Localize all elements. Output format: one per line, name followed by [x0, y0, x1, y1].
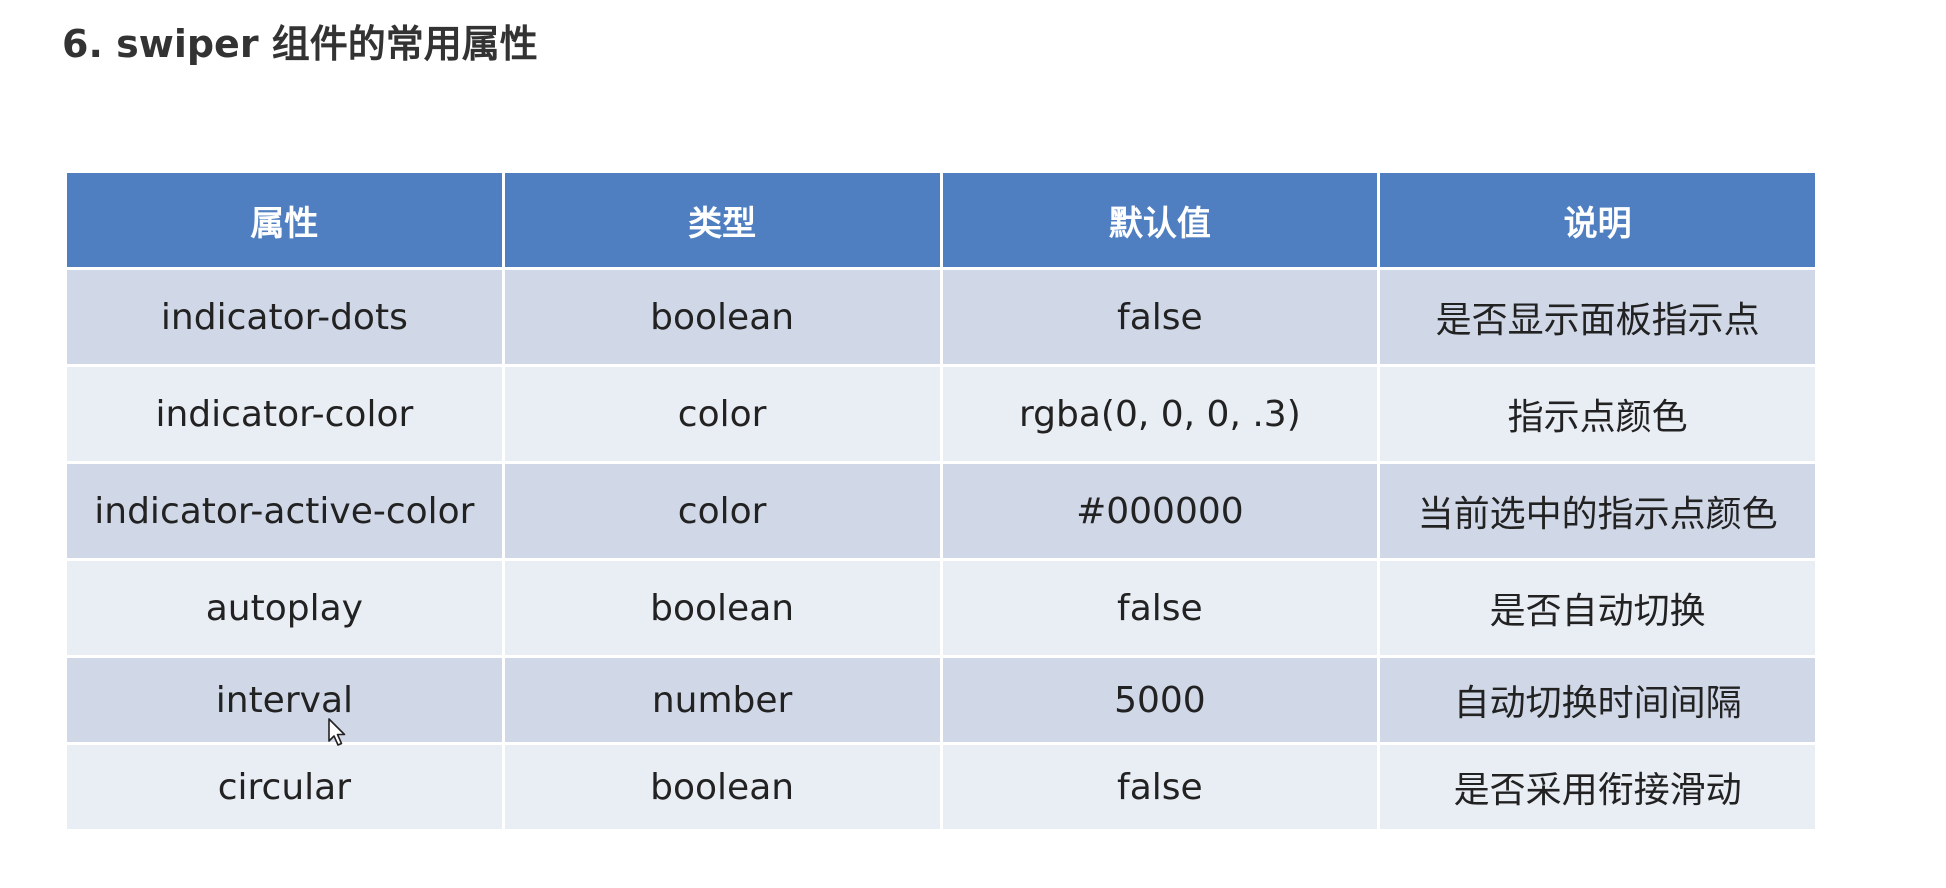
cell-attribute: interval [64, 655, 505, 745]
cell-attribute: indicator-dots [64, 267, 505, 367]
cell-attribute: indicator-color [64, 364, 505, 464]
cell-default: #000000 [939, 461, 1381, 561]
cell-attribute: autoplay [64, 558, 505, 658]
cell-description: 是否显示面板指示点 [1377, 267, 1818, 367]
column-header-default: 默认值 [939, 170, 1381, 270]
table-row: circular boolean false 是否采用衔接滑动 [64, 742, 1818, 832]
cell-description: 指示点颜色 [1377, 364, 1818, 464]
cell-default: false [939, 267, 1381, 367]
cell-default: false [939, 742, 1381, 832]
column-header-type: 类型 [501, 170, 943, 270]
cell-attribute: circular [64, 742, 505, 832]
mouse-pointer-icon [328, 718, 346, 746]
cell-description: 是否自动切换 [1377, 558, 1818, 658]
table-row: autoplay boolean false 是否自动切换 [64, 558, 1818, 658]
cell-type: boolean [501, 267, 943, 367]
table-row: indicator-dots boolean false 是否显示面板指示点 [64, 267, 1818, 367]
cell-type: boolean [501, 742, 943, 832]
cell-description: 自动切换时间间隔 [1377, 655, 1818, 745]
cell-attribute: indicator-active-color [64, 461, 505, 561]
cell-default: false [939, 558, 1381, 658]
column-header-description: 说明 [1377, 170, 1818, 270]
cell-type: color [501, 364, 943, 464]
cell-default: rgba(0, 0, 0, .3) [939, 364, 1381, 464]
cell-description: 是否采用衔接滑动 [1377, 742, 1818, 832]
cell-type: number [501, 655, 943, 745]
cell-default: 5000 [939, 655, 1381, 745]
page-title: 6. swiper 组件的常用属性 [62, 22, 538, 66]
cell-description: 当前选中的指示点颜色 [1377, 461, 1818, 561]
cell-type: boolean [501, 558, 943, 658]
cell-type: color [501, 461, 943, 561]
table-header-row: 属性 类型 默认值 说明 [64, 170, 1818, 270]
table-row: indicator-active-color color #000000 当前选… [64, 461, 1818, 561]
column-header-attribute: 属性 [64, 170, 505, 270]
table-row: indicator-color color rgba(0, 0, 0, .3) … [64, 364, 1818, 464]
